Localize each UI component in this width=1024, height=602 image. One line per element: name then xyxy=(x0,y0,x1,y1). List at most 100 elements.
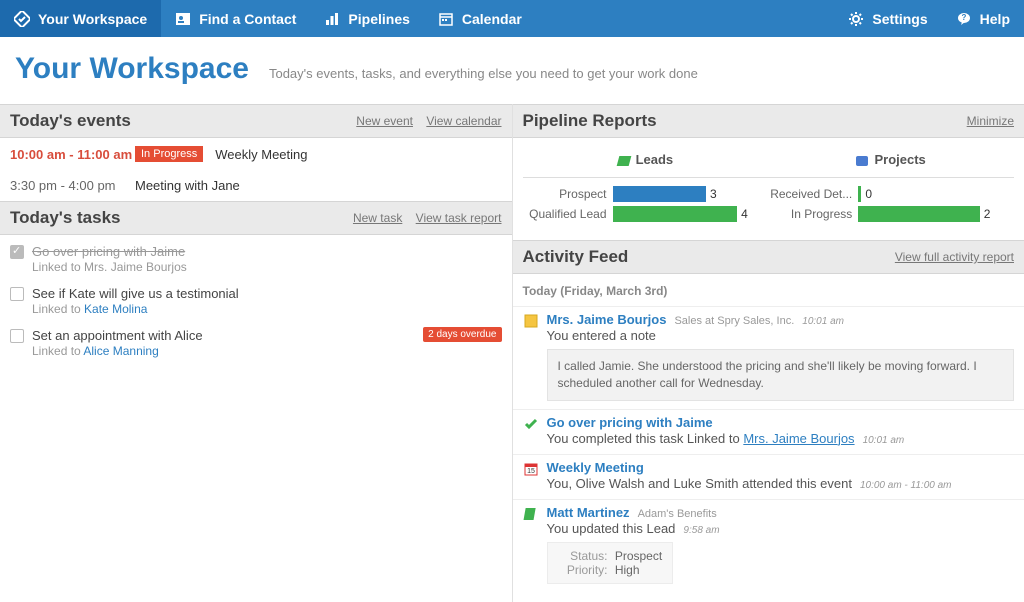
feed-item: 15 Weekly MeetingYou, Olive Walsh and Luk… xyxy=(513,454,1024,499)
task-checkbox[interactable] xyxy=(10,329,24,343)
feed-item-line2: You entered a note xyxy=(547,328,1015,343)
section-title: Activity Feed xyxy=(523,247,629,267)
nav-label: Calendar xyxy=(462,11,522,27)
nav-label: Your Workspace xyxy=(38,11,147,27)
minimize-link[interactable]: Minimize xyxy=(967,114,1014,128)
task-title: Go over pricing with Jaime xyxy=(32,244,502,259)
pipeline-header: Pipeline Reports Minimize xyxy=(513,104,1024,138)
pipe-col-title: Projects xyxy=(874,152,925,167)
help-bubble-icon: ? xyxy=(956,11,972,27)
feed-item: Go over pricing with JaimeYou completed … xyxy=(513,409,1024,454)
feed-item-time: 9:58 am xyxy=(683,525,719,536)
feed-item-time: 10:01 am xyxy=(863,435,905,446)
feed-item-title[interactable]: Weekly Meeting xyxy=(547,460,644,475)
bar-track: 0 xyxy=(858,186,1014,202)
event-time: 3:30 pm - 4:00 pm xyxy=(10,178,135,193)
feed-linked-contact[interactable]: Mrs. Jaime Bourjos xyxy=(743,431,854,446)
feed-item-meta: Adam's Benefits xyxy=(638,508,717,520)
new-event-link[interactable]: New event xyxy=(356,114,413,128)
feed-item: Matt Martinez Adam's BenefitsYou updated … xyxy=(513,499,1024,592)
nav-calendar[interactable]: Calendar xyxy=(424,0,536,37)
check-icon xyxy=(523,416,539,432)
bar-track: 3 xyxy=(613,186,769,202)
nav-pipelines[interactable]: Pipelines xyxy=(310,0,423,37)
bar-fill xyxy=(858,206,979,222)
view-activity-report-link[interactable]: View full activity report xyxy=(895,250,1014,264)
feed-item-line2: You, Olive Walsh and Luke Smith attended… xyxy=(547,476,1015,491)
bar-label: Qualified Lead xyxy=(523,207,613,221)
bar-label: In Progress xyxy=(768,207,858,221)
feed-date: Today (Friday, March 3rd) xyxy=(513,280,1024,306)
task-checkbox[interactable] xyxy=(10,245,24,259)
bar-fill xyxy=(613,206,738,222)
event-row[interactable]: 10:00 am - 11:00 amIn ProgressWeekly Mee… xyxy=(0,138,512,170)
feed-item-time: 10:00 am - 11:00 am xyxy=(860,480,952,491)
feed-item-title[interactable]: Matt Martinez xyxy=(547,505,630,520)
nav-find-contact[interactable]: Find a Contact xyxy=(161,0,310,37)
bar-value: 4 xyxy=(741,207,748,221)
feed-body: Today (Friday, March 3rd) Mrs. Jaime Bou… xyxy=(513,274,1024,602)
bar-fill xyxy=(858,186,861,202)
nav-label: Settings xyxy=(872,11,927,27)
note-icon xyxy=(523,313,539,329)
nav-workspace[interactable]: Your Workspace xyxy=(0,0,161,37)
pipe-col-title: Leads xyxy=(636,152,674,167)
bar-track: 4 xyxy=(613,206,769,222)
pipeline-bar-row: Received Det... 0 xyxy=(768,186,1014,202)
in-progress-badge: In Progress xyxy=(135,146,203,162)
feed-item-line2: You completed this task Linked to Mrs. J… xyxy=(547,431,1015,446)
projects-icon xyxy=(856,156,868,166)
nav-label: Pipelines xyxy=(348,11,409,27)
pipeline-leads: Leads Prospect 3 Qualified Lead 4 xyxy=(523,146,769,226)
nav-label: Find a Contact xyxy=(199,11,296,27)
pipeline-projects: Projects Received Det... 0 In Progress 2 xyxy=(768,146,1014,226)
event-title: Weekly Meeting xyxy=(215,147,307,162)
feed-item-line2: You updated this Lead9:58 am xyxy=(547,521,1015,536)
new-task-link[interactable]: New task xyxy=(353,211,402,225)
nav-help[interactable]: ? Help xyxy=(942,0,1024,37)
lead-icon xyxy=(523,506,539,522)
bar-value: 3 xyxy=(710,187,717,201)
leads-icon xyxy=(616,156,631,166)
feed-item-title[interactable]: Go over pricing with Jaime xyxy=(547,415,713,430)
view-calendar-link[interactable]: View calendar xyxy=(426,114,501,128)
pipeline-body: Leads Prospect 3 Qualified Lead 4 Projects … xyxy=(513,138,1024,240)
task-row: Set an appointment with AliceLinked to A… xyxy=(0,319,512,361)
bar-track: 2 xyxy=(858,206,1014,222)
feed-item-title[interactable]: Mrs. Jaime Bourjos xyxy=(547,312,667,327)
gear-icon xyxy=(848,11,864,27)
task-title: See if Kate will give us a testimonial xyxy=(32,286,502,301)
task-linked: Linked to Kate Molina xyxy=(32,302,502,316)
view-task-report-link[interactable]: View task report xyxy=(416,211,502,225)
bar-label: Received Det... xyxy=(768,187,858,201)
svg-text:15: 15 xyxy=(527,468,535,475)
chart-icon xyxy=(324,11,340,27)
nav-settings[interactable]: Settings xyxy=(834,0,941,37)
task-linked-contact[interactable]: Kate Molina xyxy=(84,302,147,316)
task-row: Go over pricing with JaimeLinked to Mrs.… xyxy=(0,235,512,277)
section-title: Today's tasks xyxy=(10,208,121,228)
contact-card-icon xyxy=(175,11,191,27)
event-row[interactable]: 3:30 pm - 4:00 pmMeeting with Jane xyxy=(0,170,512,201)
bar-label: Prospect xyxy=(523,187,613,201)
task-linked: Linked to Alice Manning xyxy=(32,344,502,358)
nav-label: Help xyxy=(980,11,1010,27)
feed-item: Mrs. Jaime BourjosSales at Spry Sales, I… xyxy=(513,306,1024,409)
task-checkbox[interactable] xyxy=(10,287,24,301)
page-subtitle: Today's events, tasks, and everything el… xyxy=(269,66,698,81)
section-title: Today's events xyxy=(10,111,131,131)
task-linked-contact[interactable]: Alice Manning xyxy=(83,344,158,358)
task-linked: Linked to Mrs. Jaime Bourjos xyxy=(32,260,502,274)
section-title: Pipeline Reports xyxy=(523,111,657,131)
feed-note-body: I called Jamie. She understood the prici… xyxy=(547,349,1015,401)
task-row: See if Kate will give us a testimonialLi… xyxy=(0,277,512,319)
bar-value: 0 xyxy=(865,187,872,201)
bar-value: 2 xyxy=(984,207,991,221)
tasks-header: Today's tasks New task View task report xyxy=(0,201,512,235)
feed-status-box: Status: ProspectPriority: High xyxy=(547,542,674,584)
pipeline-bar-row: Prospect 3 xyxy=(523,186,769,202)
overdue-badge: 2 days overdue xyxy=(423,327,501,342)
svg-text:?: ? xyxy=(961,13,966,22)
pipeline-bar-row: Qualified Lead 4 xyxy=(523,206,769,222)
check-diamond-icon xyxy=(14,11,30,27)
